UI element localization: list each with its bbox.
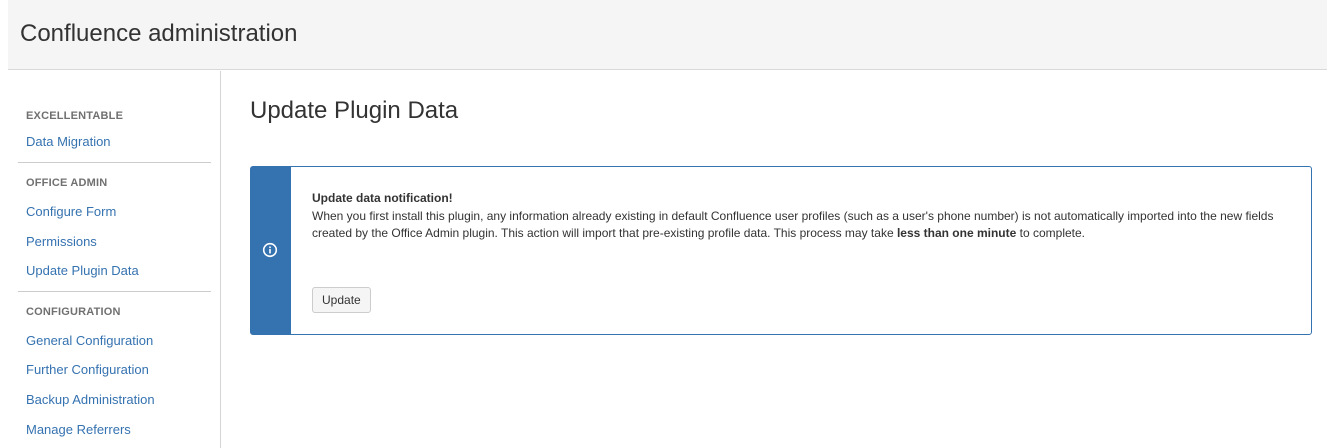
admin-sidebar: EXCELLENTABLE Data Migration OFFICE ADMI… xyxy=(8,71,221,448)
info-icon xyxy=(262,242,278,258)
sidebar-heading-configuration: CONFIGURATION xyxy=(26,306,121,318)
sidebar-item-further-configuration[interactable]: Further Configuration xyxy=(26,362,149,377)
app-root: Confluence administration EXCELLENTABLE … xyxy=(0,0,1327,448)
notice-body-text: When you first install this plugin, any … xyxy=(312,209,1274,240)
update-notification-panel: Update data notification! When you first… xyxy=(250,166,1312,335)
sidebar-item-manage-referrers[interactable]: Manage Referrers xyxy=(26,422,131,437)
app-header: Confluence administration xyxy=(8,0,1327,70)
sidebar-divider xyxy=(18,162,211,163)
sidebar-item-backup-administration[interactable]: Backup Administration xyxy=(26,392,155,407)
notice-title: Update data notification! xyxy=(312,191,453,205)
sidebar-item-update-plugin-data[interactable]: Update Plugin Data xyxy=(26,263,139,278)
sidebar-item-data-migration[interactable]: Data Migration xyxy=(26,134,111,149)
page-title: Update Plugin Data xyxy=(250,97,459,124)
sidebar-divider xyxy=(18,291,211,292)
sidebar-heading-excellentable: EXCELLENTABLE xyxy=(26,110,124,122)
notice-body-emphasis: less than one minute xyxy=(896,226,1017,240)
notice-body-end: to complete. xyxy=(1016,226,1086,240)
notice-body: When you first install this plugin, any … xyxy=(312,208,1287,242)
panel-accent-stripe xyxy=(251,167,291,334)
sidebar-heading-office-admin: OFFICE ADMIN xyxy=(26,177,108,189)
update-button[interactable]: Update xyxy=(312,287,371,313)
sidebar-item-permissions[interactable]: Permissions xyxy=(26,234,97,249)
sidebar-item-general-configuration[interactable]: General Configuration xyxy=(26,333,153,348)
sidebar-item-configure-form[interactable]: Configure Form xyxy=(26,204,116,219)
header-title: Confluence administration xyxy=(20,20,298,47)
